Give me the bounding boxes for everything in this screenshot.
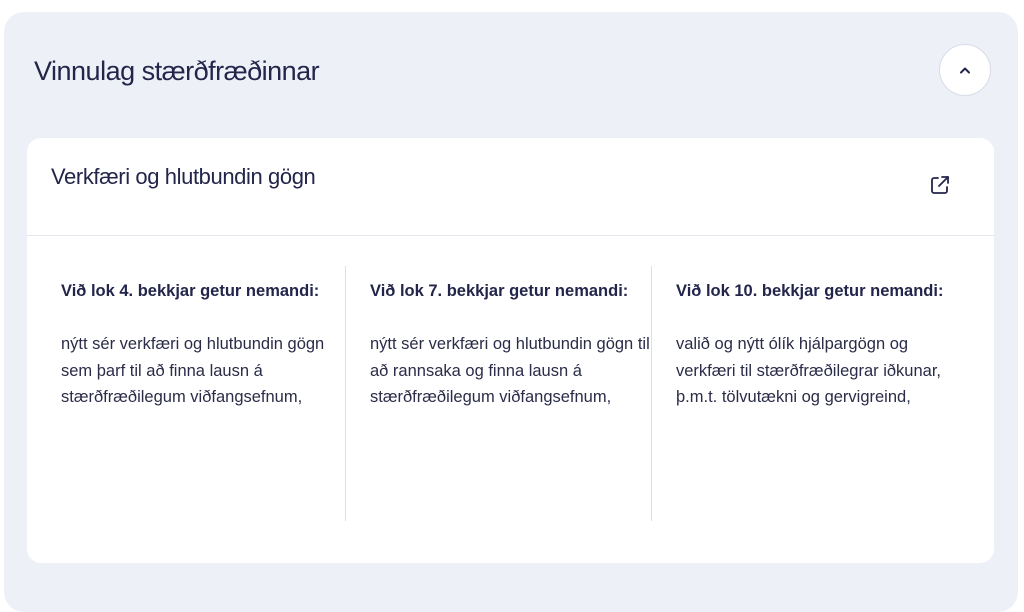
grade-column-10: Við lok 10. bekkjar getur nemandi: valið… (651, 266, 957, 521)
section-title: Vinnulag stærðfræðinnar (34, 56, 320, 86)
chevron-up-icon (959, 61, 971, 79)
grade-column-text: nýtt sér verkfæri og hlutbundin gögn sem… (61, 335, 325, 406)
grade-columns: Við lok 4. bekkjar getur nemandi: nýtt s… (27, 266, 994, 521)
card-header: Verkfæri og hlutbundin gögn (27, 138, 994, 236)
grade-column-4: Við lok 4. bekkjar getur nemandi: nýtt s… (61, 266, 345, 521)
open-external-button[interactable] (927, 174, 953, 200)
external-link-icon (929, 174, 951, 201)
grade-column-heading: Við lok 4. bekkjar getur nemandi: (61, 282, 320, 300)
grade-column-heading: Við lok 7. bekkjar getur nemandi: (370, 282, 629, 300)
card-title: Verkfæri og hlutbundin gögn (51, 164, 316, 189)
grade-column-7: Við lok 7. bekkjar getur nemandi: nýtt s… (345, 266, 651, 521)
grade-column-text: nýtt sér verkfæri og hlutbundin gögn til… (370, 335, 650, 406)
criteria-card: Verkfæri og hlutbundin gögn Við lok 4. b… (27, 138, 994, 563)
grade-column-text: valið og nýtt ólík hjálpargögn og verkfæ… (676, 335, 941, 406)
grade-column-heading: Við lok 10. bekkjar getur nemandi: (676, 282, 944, 300)
collapse-button[interactable] (939, 44, 991, 96)
